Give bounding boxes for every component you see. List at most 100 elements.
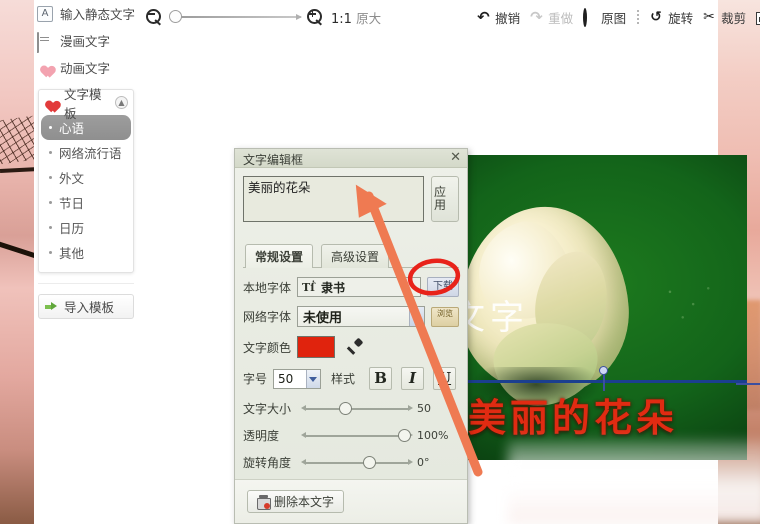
bold-button[interactable]: B: [369, 367, 393, 390]
image-frame-button[interactable]: [756, 10, 760, 25]
chevron-up-icon[interactable]: ▲: [115, 96, 128, 109]
template-label-other: 其他: [59, 246, 85, 261]
canvas-overlay-text[interactable]: 美丽的花朵: [468, 387, 678, 442]
text-size-slider-value: 50: [417, 402, 431, 415]
left-sidebar: A 输入静态文字 漫画文字 动画文字 文字模板 ▲ 心语 网络流行语 外文 节日…: [34, 0, 138, 524]
import-template-label: 导入模板: [64, 300, 115, 315]
template-label-xinyu: 心语: [59, 121, 85, 136]
original-image-button[interactable]: 原图: [583, 7, 627, 27]
original-image-label: 原图: [601, 10, 627, 26]
text-size-slider-label: 文字大小: [243, 402, 292, 416]
apply-button[interactable]: 应用: [431, 176, 459, 222]
web-font-select[interactable]: 未使用: [297, 306, 425, 327]
text-selection-baseline: [450, 380, 747, 383]
text-size-slider[interactable]: [301, 401, 413, 416]
template-item-foreign[interactable]: 外文: [41, 165, 131, 190]
zoom-control-group: 1:1 原大: [146, 8, 381, 27]
background-specks: [663, 283, 721, 327]
sidebar-item-static-text[interactable]: A 输入静态文字: [34, 0, 138, 27]
tab-advanced-settings[interactable]: 高级设置: [321, 244, 390, 268]
rotation-slider-label: 旋转角度: [243, 456, 292, 470]
zoom-slider-knob[interactable]: [169, 10, 182, 23]
template-item-other[interactable]: 其他: [41, 240, 131, 265]
import-template-button[interactable]: 导入模板: [38, 294, 134, 319]
slider-knob[interactable]: [363, 455, 376, 469]
text-input-row: 应用: [243, 176, 459, 222]
slider-line: [301, 432, 413, 438]
text-size-slider-row: 文字大小 50: [243, 400, 459, 417]
trash-icon: [257, 495, 271, 510]
text-rotate-handle[interactable]: [599, 366, 608, 391]
zoom-slider-track: [175, 13, 302, 20]
redo-button[interactable]: ↷ 重做: [530, 8, 573, 27]
rotation-slider[interactable]: [301, 455, 413, 470]
slider-knob[interactable]: [398, 428, 411, 442]
font-browse-button[interactable]: 下载: [427, 277, 459, 297]
underline-button[interactable]: U: [433, 367, 457, 390]
local-font-row: 本地字体 Tẛ 隶书 下载: [243, 277, 459, 297]
rotate-button[interactable]: ↺ 旋转: [650, 8, 693, 27]
truetype-font-icon: Tẛ: [302, 280, 315, 294]
dialog-title: 文字编辑框: [243, 153, 304, 167]
eyedropper-icon[interactable]: [347, 339, 363, 355]
template-item-holiday[interactable]: 节日: [41, 190, 131, 215]
zoom-ratio-suffix: 原大: [356, 10, 382, 26]
undo-icon: ↶: [477, 7, 490, 26]
text-color-row: 文字颜色: [243, 336, 459, 358]
template-item-calendar[interactable]: 日历: [41, 215, 131, 240]
local-font-field[interactable]: Tẛ 隶书: [297, 277, 421, 297]
template-label-calendar: 日历: [59, 221, 85, 236]
bullet-dot: [49, 176, 52, 179]
beam-1: [0, 166, 34, 174]
settings-tabs: 常规设置 高级设置: [243, 244, 459, 268]
zoom-slider[interactable]: [169, 10, 302, 24]
template-item-internet-slang[interactable]: 网络流行语: [41, 140, 131, 165]
web-font-row: 网络字体 未使用 浏览: [243, 306, 459, 327]
font-size-row: 字号 50 样式 B I U: [243, 367, 459, 390]
web-font-value: 未使用: [303, 311, 343, 326]
font-size-select[interactable]: 50: [273, 368, 322, 389]
text-color-swatch[interactable]: [297, 336, 336, 358]
redo-label: 重做: [548, 10, 574, 26]
zoom-ratio-value: 1:1: [331, 11, 352, 27]
text-template-panel: 文字模板 ▲ 心语 网络流行语 外文 节日 日历 其他: [38, 87, 134, 273]
local-font-value: 隶书: [320, 280, 345, 295]
italic-button[interactable]: I: [401, 367, 425, 390]
rotation-slider-value: 0°: [417, 456, 430, 469]
opacity-slider-value: 100%: [417, 429, 449, 442]
web-font-label: 网络字体: [243, 310, 292, 324]
text-template-header[interactable]: 文字模板 ▲: [39, 87, 133, 121]
rotate-icon: ↺: [650, 8, 662, 25]
bullet-dot: [49, 151, 52, 154]
close-icon[interactable]: ✕: [450, 150, 461, 166]
text-input[interactable]: [243, 176, 424, 222]
text-editor-dialog: 文字编辑框 ✕ 应用 常规设置 高级设置 本地字体 Tẛ 隶书 下载 网络字体 …: [234, 148, 468, 524]
dialog-footer: 删除本文字: [235, 479, 467, 523]
text-template-title: 文字模板: [64, 86, 102, 121]
chevron-down-icon: [309, 376, 318, 382]
zoom-ratio-label: 1:1 原大: [331, 8, 381, 27]
tab-general-settings[interactable]: 常规设置: [245, 244, 314, 268]
sidebar-item-comic-text[interactable]: 漫画文字: [34, 27, 138, 54]
magnifier-minus-icon[interactable]: [146, 8, 163, 26]
sidebar-label-comic-text: 漫画文字: [60, 34, 111, 49]
slider-knob[interactable]: [339, 401, 352, 415]
web-font-browse-button[interactable]: 浏览: [431, 306, 459, 327]
font-size-label: 字号: [243, 372, 268, 386]
slider-line: [301, 459, 413, 465]
delete-text-button[interactable]: 删除本文字: [247, 490, 345, 513]
chevron-down-icon: [412, 314, 420, 319]
crop-button[interactable]: ✂ 裁剪: [703, 8, 746, 27]
import-arrow-icon: [45, 301, 58, 313]
opacity-slider[interactable]: [301, 428, 413, 443]
rotation-slider-row: 旋转角度 0°: [243, 454, 459, 471]
sidebar-item-animated-text[interactable]: 动画文字: [34, 54, 138, 81]
bullet-dot: [49, 201, 52, 204]
text-color-label: 文字颜色: [243, 340, 292, 355]
sidebar-label-static-text: 输入静态文字: [60, 7, 136, 22]
magnifier-plus-icon[interactable]: [307, 8, 324, 26]
undo-button[interactable]: ↶ 撤销: [477, 8, 520, 27]
crop-label: 裁剪: [721, 10, 747, 26]
template-label-holiday: 节日: [59, 196, 85, 211]
speech-bubble-icon: [37, 31, 53, 53]
